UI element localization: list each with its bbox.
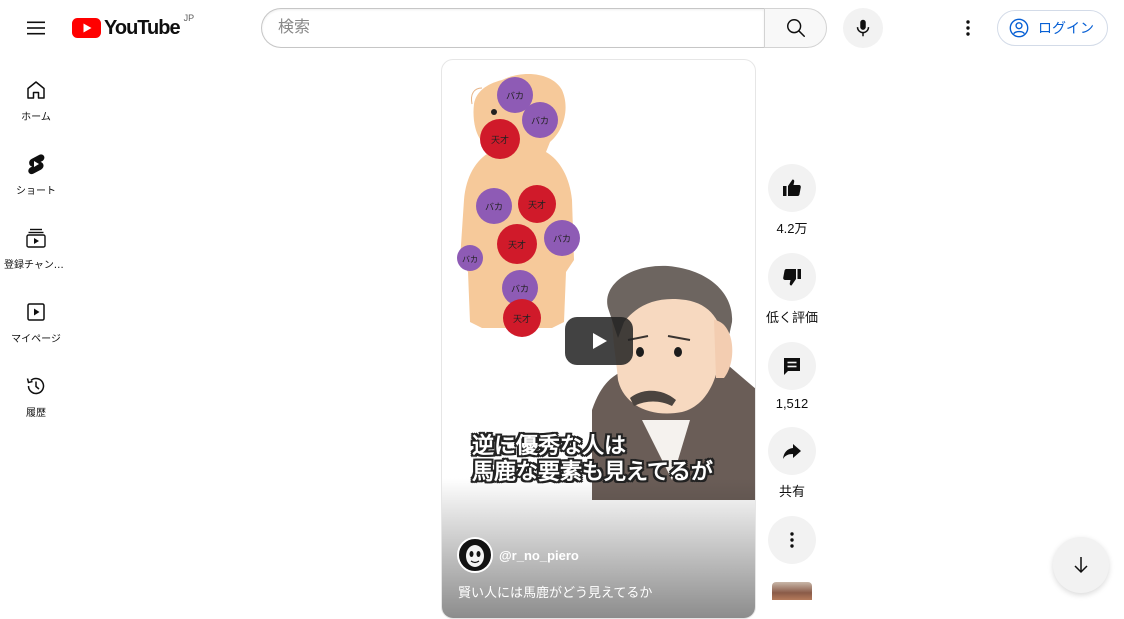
sidebar-item-home[interactable]: ホーム [0,56,72,130]
ball-label: 天才 [513,313,531,325]
search-box [261,8,764,48]
subscriptions-icon [26,228,46,248]
sidebar-item-label: 登録チャンネル [4,260,68,271]
search-input[interactable] [262,9,764,47]
shorts-player[interactable]: バカ バカ 天才 バカ 天才 バカ 天才 バカ バカ 天才 逆に優秀な人は 馬鹿… [441,59,756,619]
sidebar-item-label: マイページ [11,334,61,345]
tensai-ball: 天才 [518,185,556,223]
youtube-play-logo-icon [72,18,101,38]
settings-menu-button[interactable] [948,8,988,48]
youtube-logo[interactable]: YouTube JP [72,13,195,42]
dislike-button[interactable] [768,253,816,301]
history-icon [26,377,45,395]
ball-label: バカ [485,202,503,213]
ball-label: 天才 [508,239,526,251]
caption-line: 逆に優秀な人は [472,434,627,459]
baka-ball: バカ [457,245,483,271]
ball-label: バカ [462,255,478,264]
channel-avatar[interactable] [457,537,493,573]
sidebar-item-subscriptions[interactable]: 登録チャンネル [0,204,72,278]
masthead: YouTube JP ログイン [0,0,1124,56]
play-button[interactable] [565,317,633,365]
account-circle-icon [1009,18,1029,38]
thumbs-up-icon [783,179,801,196]
hamburger-icon [27,21,45,35]
tensai-ball: 天才 [503,299,541,337]
login-label: ログイン [1038,20,1094,36]
sidebar-item-history[interactable]: 履歴 [0,352,72,426]
mini-guide: ホーム ショート 登録チャンネル マイページ 履歴 [0,56,72,426]
microphone-icon [856,19,870,37]
comment-icon [784,358,800,375]
search-icon [786,19,805,37]
shorts-icon [28,154,45,175]
baka-ball: バカ [544,220,580,256]
sidebar-item-shorts[interactable]: ショート [0,130,72,204]
channel-info[interactable]: @r_no_piero [457,537,579,573]
comment-count: 1,512 [775,396,809,411]
login-button[interactable]: ログイン [997,10,1108,46]
play-icon [593,333,607,349]
baka-ball: バカ [476,188,512,224]
channel-handle[interactable]: @r_no_piero [499,548,579,563]
tensai-ball: 天才 [480,119,520,159]
library-icon [27,303,45,321]
like-button[interactable] [768,164,816,212]
logo-wordmark: YouTube [104,16,181,39]
ball-label: バカ [553,234,571,245]
share-action: 共有 [768,427,816,500]
next-video-button[interactable] [1053,537,1109,593]
like-action: 4.2万 [768,164,816,237]
search-button[interactable] [764,8,827,48]
sidebar-item-label: ショート [16,186,56,197]
like-count: 4.2万 [776,221,808,236]
dislike-label: 低く評価 [766,310,819,325]
home-icon [27,81,45,99]
video-title[interactable]: 賢い人には馬鹿がどう見えてるか [458,582,652,601]
voice-search-button[interactable] [843,8,883,48]
ball-label: バカ [531,116,549,127]
dislike-action: 低く評価 [766,253,819,326]
ball-label: 天才 [528,199,546,211]
more-vertical-icon [966,20,970,36]
ball-label: バカ [511,284,529,295]
clown-mask-icon [466,545,484,567]
ball-label: バカ [506,91,524,102]
share-label: 共有 [778,484,805,499]
sidebar-item-label: ホーム [21,112,51,123]
logo-country-code: JP [183,13,195,23]
more-vertical-icon [790,532,794,548]
baka-ball: バカ [522,102,558,138]
sidebar-item-library[interactable]: マイページ [0,278,72,352]
share-icon [783,444,801,459]
sound-thumbnail[interactable] [772,582,812,600]
ball-label: 天才 [491,134,509,146]
thumbs-down-icon [783,269,801,286]
more-options-button[interactable] [768,516,816,564]
share-button[interactable] [768,427,816,475]
more-actions [768,516,816,564]
guide-menu-button[interactable] [16,8,56,48]
comments-button[interactable] [768,342,816,390]
shorts-actions: 4.2万 低く評価 1,512 共有 [766,164,819,516]
tensai-ball: 天才 [497,224,537,264]
comment-action: 1,512 [768,342,816,411]
arrow-down-icon [1074,557,1088,574]
sidebar-item-label: 履歴 [26,408,46,419]
